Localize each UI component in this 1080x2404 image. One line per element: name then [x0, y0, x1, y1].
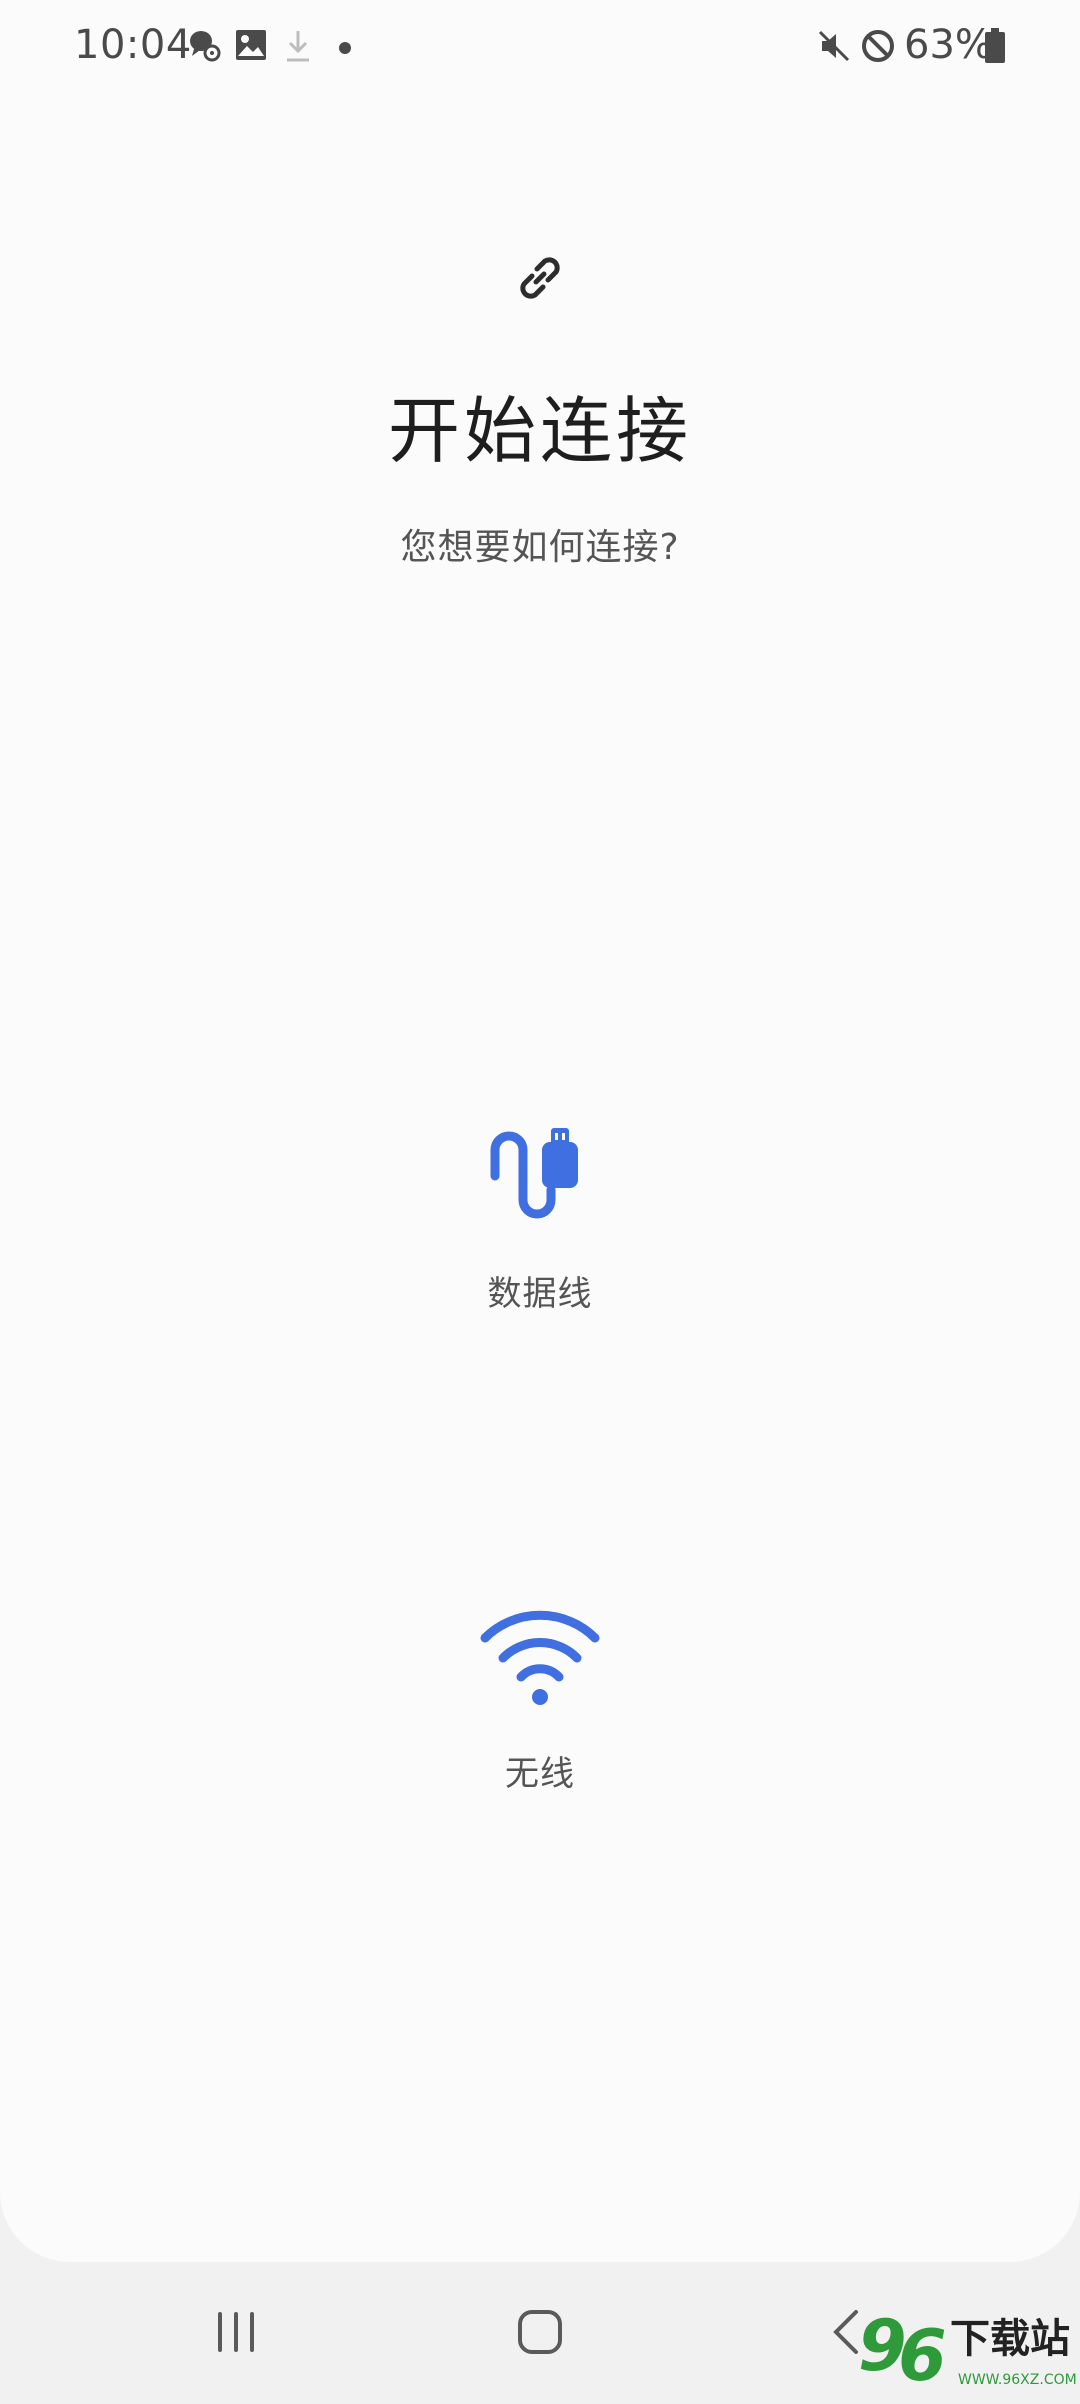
recents-button[interactable] — [196, 2302, 276, 2362]
chat-settings-icon — [188, 28, 222, 68]
wireless-option-label: 无线 — [505, 1754, 575, 1794]
app-screen: 10:04 63% 开始连接 您想要如何连接? 数据线 无线 — [0, 0, 1080, 2262]
svg-text:6: 6 — [898, 2315, 947, 2397]
status-time: 10:04 — [74, 22, 192, 68]
watermark-logo: 9 6 下载站 WWW.96XZ.COM — [850, 2300, 1080, 2400]
status-bar: 10:04 63% — [0, 0, 1080, 96]
svg-text:WWW.96XZ.COM: WWW.96XZ.COM — [958, 2372, 1077, 2388]
link-icon — [510, 248, 570, 308]
download-icon — [284, 28, 312, 68]
svg-text:下载站: 下载站 — [950, 2316, 1070, 2362]
usb-cable-icon — [390, 1120, 690, 1230]
cable-option-button[interactable]: 数据线 — [390, 1120, 690, 1340]
home-icon — [518, 2310, 562, 2354]
recents-icon — [218, 2312, 254, 2352]
wifi-icon — [390, 1600, 690, 1710]
battery-icon — [984, 28, 1006, 68]
mute-icon — [816, 28, 852, 68]
wireless-option-button[interactable]: 无线 — [390, 1600, 690, 1820]
page-subtitle: 您想要如何连接? — [400, 527, 680, 568]
do-not-disturb-icon — [860, 28, 896, 68]
image-icon — [234, 28, 268, 66]
home-button[interactable] — [500, 2302, 580, 2362]
battery-percent: 63% — [904, 22, 993, 68]
dot-icon — [338, 40, 352, 59]
page-title: 开始连接 — [387, 389, 692, 473]
cable-option-label: 数据线 — [487, 1274, 593, 1314]
